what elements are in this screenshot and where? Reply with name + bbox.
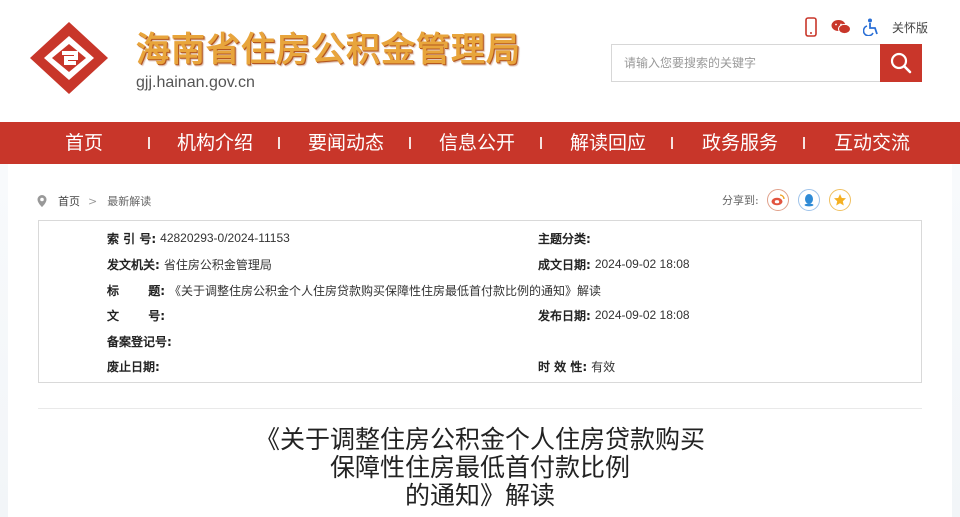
info-label: 发布日期: [538,308,591,323]
nav-separator [409,137,411,149]
info-label: 成文日期: [538,257,591,272]
breadcrumb: 首页 > 最新解读 [36,193,159,209]
nav-item-home[interactable]: 首页 [42,122,126,164]
main-nav: 首页 机构介绍 要闻动态 信息公开 解读回应 政务服务 互动交流 [0,122,960,164]
location-pin-icon [37,195,47,207]
divider [38,408,922,409]
info-title: 标 题: 《关于调整住房公积金个人住房贷款购买保障性住房最低首付款比例的通知》解… [107,280,601,300]
top-utility-bar: 关怀版 [800,16,928,38]
info-created-date: 成文日期: 2024-09-02 18:08 [538,254,690,274]
nav-item-news[interactable]: 要闻动态 [296,122,396,164]
site-logo[interactable] [28,20,110,96]
nav-item-services[interactable]: 政务服务 [690,122,790,164]
site-header: 海南省住房公积金管理局 gjj.hainan.gov.cn 关怀版 [0,0,960,122]
info-value: 有效 [591,359,616,374]
info-label: 备案登记号: [107,334,172,349]
info-topic: 主题分类: [538,228,595,248]
info-index-no: 索 引 号: 42820293-0/2024-11153 [107,228,290,248]
mobile-icon[interactable] [800,16,822,38]
info-record-no: 备案登记号: [107,331,176,351]
wechat-icon[interactable] [830,16,852,38]
nav-item-about[interactable]: 机构介绍 [165,122,265,164]
search-box [611,44,881,82]
nav-separator [803,137,805,149]
site-title: 海南省住房公积金管理局 [136,30,521,70]
info-value: 42820293-0/2024-11153 [160,231,290,245]
info-label: 发文机关: [107,257,160,272]
info-repeal-date: 废止日期: [107,356,164,376]
info-label: 废止日期: [107,359,160,374]
info-label: 索 引 号: [107,231,157,246]
share-bar: 分享到: [722,188,860,212]
qzone-icon[interactable] [828,189,851,211]
article-title-line: 保障性住房最低首付款比例 [329,453,630,482]
info-label: 文 号: [107,308,166,323]
info-doc-no: 文 号: [107,305,169,325]
breadcrumb-home[interactable]: 首页 [58,193,80,209]
weibo-icon[interactable] [766,189,789,211]
info-label: 标 题: [107,283,166,298]
info-value: 2024-09-02 18:08 [594,308,690,322]
nav-item-interpretation[interactable]: 解读回应 [558,122,658,164]
site-url: gjj.hainan.gov.cn [136,74,255,91]
info-value: 省住房公积金管理局 [163,257,272,272]
info-published-date: 发布日期: 2024-09-02 18:08 [538,305,690,325]
nav-separator [671,137,673,149]
search-icon [890,52,912,74]
breadcrumb-current[interactable]: 最新解读 [107,193,151,209]
search-input[interactable] [612,45,881,81]
article-title-line: 《关于调整住房公积金个人住房贷款购买 [254,425,705,454]
accessibility-icon[interactable] [860,16,882,38]
breadcrumb-separator: > [88,194,98,208]
share-label: 分享到: [722,194,759,207]
nav-item-disclosure[interactable]: 信息公开 [427,122,527,164]
care-version-link[interactable]: 关怀版 [892,19,928,36]
article-title-line: 的通知》解读 [404,481,555,510]
info-value: 2024-09-02 18:08 [594,257,690,271]
info-value: 《关于调整住房公积金个人住房贷款购买保障性住房最低首付款比例的通知》解读 [169,283,602,298]
info-label: 时 效 性: [538,359,588,374]
search-button[interactable] [880,44,922,82]
nav-separator [540,137,542,149]
info-issuer: 发文机关: 省住房公积金管理局 [107,254,272,274]
info-label: 主题分类: [538,231,591,246]
info-validity: 时 效 性: 有效 [538,356,615,376]
nav-item-interaction[interactable]: 互动交流 [822,122,922,164]
article-title: 《关于调整住房公积金个人住房贷款购买 保障性住房最低首付款比例 的通知》解读 [200,426,760,510]
nav-separator [278,137,280,149]
qq-icon[interactable] [797,189,820,211]
nav-separator [148,137,150,149]
